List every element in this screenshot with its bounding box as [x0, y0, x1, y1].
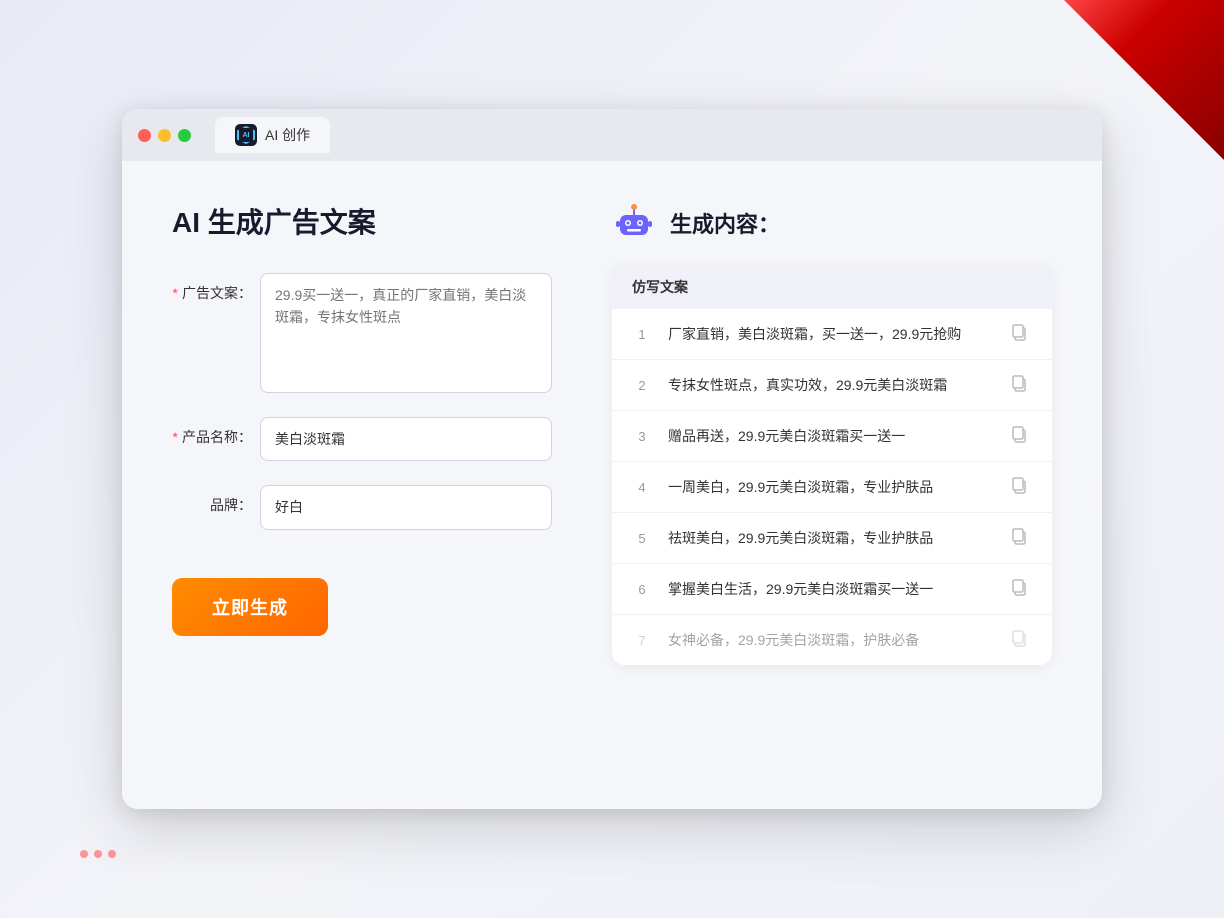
- row-text: 女神必备，29.9元美白淡斑霜，护肤必备: [668, 630, 994, 651]
- robot-icon: [612, 201, 656, 245]
- result-header: 生成内容：: [612, 201, 1052, 245]
- row-number: 3: [632, 429, 652, 444]
- row-number: 5: [632, 531, 652, 546]
- row-text: 祛斑美白，29.9元美白淡斑霜，专业护肤品: [668, 528, 994, 549]
- row-text: 厂家直销，美白淡斑霜，买一送一，29.9元抢购: [668, 324, 994, 345]
- traffic-lights: [138, 129, 191, 142]
- copy-icon[interactable]: [1010, 374, 1032, 396]
- title-bar: AI 创作: [122, 109, 1102, 161]
- results-table: 仿写文案 1 厂家直销，美白淡斑霜，买一送一，29.9元抢购 2 专抹女性斑点，…: [612, 265, 1052, 665]
- table-row: 2 专抹女性斑点，真实功效，29.9元美白淡斑霜: [612, 360, 1052, 411]
- row-number: 4: [632, 480, 652, 495]
- product-name-input[interactable]: [260, 417, 552, 461]
- tab-ai-create[interactable]: AI 创作: [215, 117, 330, 153]
- table-row: 4 一周美白，29.9元美白淡斑霜，专业护肤品: [612, 462, 1052, 513]
- product-name-row: *产品名称：: [172, 417, 552, 461]
- row-text: 赠品再送，29.9元美白淡斑霜买一送一: [668, 426, 994, 447]
- page-title: AI 生成广告文案: [172, 201, 552, 241]
- ad-copy-input[interactable]: [260, 273, 552, 393]
- copy-icon[interactable]: [1010, 629, 1032, 651]
- product-name-label: *产品名称：: [172, 417, 252, 447]
- brand-label: 品牌：: [172, 485, 252, 515]
- table-row: 5 祛斑美白，29.9元美白淡斑霜，专业护肤品: [612, 513, 1052, 564]
- row-number: 7: [632, 633, 652, 648]
- table-row: 3 赠品再送，29.9元美白淡斑霜买一送一: [612, 411, 1052, 462]
- copy-icon[interactable]: [1010, 476, 1032, 498]
- right-panel: 生成内容： 仿写文案 1 厂家直销，美白淡斑霜，买一送一，29.9元抢购 2 专…: [612, 201, 1052, 769]
- generate-button[interactable]: 立即生成: [172, 578, 328, 636]
- copy-icon[interactable]: [1010, 323, 1032, 345]
- brand-row: 品牌：: [172, 485, 552, 529]
- row-text: 一周美白，29.9元美白淡斑霜，专业护肤品: [668, 477, 994, 498]
- left-panel: AI 生成广告文案 *广告文案： *产品名称： 品牌： 立: [172, 201, 552, 769]
- maximize-button[interactable]: [178, 129, 191, 142]
- main-content: AI 生成广告文案 *广告文案： *产品名称： 品牌： 立: [122, 161, 1102, 809]
- browser-window: AI 创作 AI 生成广告文案 *广告文案： *产品名称：: [122, 109, 1102, 809]
- product-required-marker: *: [173, 429, 178, 445]
- copy-icon[interactable]: [1010, 578, 1032, 600]
- row-number: 6: [632, 582, 652, 597]
- tab-label: AI 创作: [265, 125, 310, 145]
- table-row: 7 女神必备，29.9元美白淡斑霜，护肤必备: [612, 615, 1052, 665]
- close-button[interactable]: [138, 129, 151, 142]
- copy-icon[interactable]: [1010, 527, 1032, 549]
- row-text: 掌握美白生活，29.9元美白淡斑霜买一送一: [668, 579, 994, 600]
- brand-input[interactable]: [260, 485, 552, 529]
- ad-copy-label: *广告文案：: [172, 273, 252, 303]
- table-row: 1 厂家直销，美白淡斑霜，买一送一，29.9元抢购: [612, 309, 1052, 360]
- minimize-button[interactable]: [158, 129, 171, 142]
- ad-required-marker: *: [173, 285, 178, 301]
- table-column-header: 仿写文案: [612, 265, 1052, 309]
- ai-tab-icon: [235, 124, 257, 146]
- row-number: 1: [632, 327, 652, 342]
- dot-decoration: [80, 850, 116, 858]
- copy-icon[interactable]: [1010, 425, 1032, 447]
- ad-copy-row: *广告文案：: [172, 273, 552, 393]
- row-number: 2: [632, 378, 652, 393]
- row-text: 专抹女性斑点，真实功效，29.9元美白淡斑霜: [668, 375, 994, 396]
- table-row: 6 掌握美白生活，29.9元美白淡斑霜买一送一: [612, 564, 1052, 615]
- result-title: 生成内容：: [670, 207, 780, 239]
